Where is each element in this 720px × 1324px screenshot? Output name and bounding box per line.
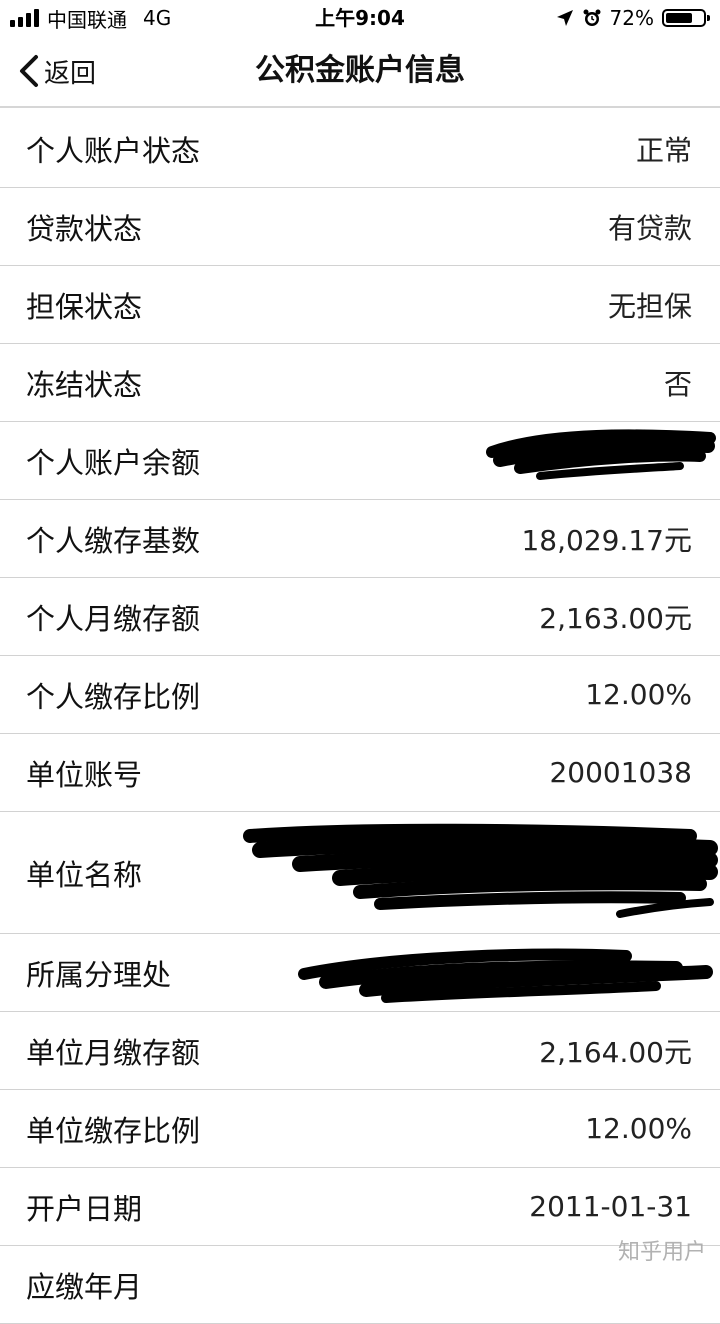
row-value: 20001038 xyxy=(549,756,692,789)
watermark: 知乎用户 xyxy=(617,1240,706,1265)
row-label: 冻结状态 xyxy=(26,367,143,402)
row-value: 无担保 xyxy=(607,289,692,323)
row-value: 12.00% xyxy=(585,678,692,711)
list-item: 冻结状态 否 xyxy=(0,344,720,422)
row-label: 个人账户余额 xyxy=(26,445,201,480)
page-title: 公积金账户信息 xyxy=(255,53,465,88)
row-value: 2,164.00元 xyxy=(539,1035,692,1069)
row-value: 18,029.17元 xyxy=(521,523,692,557)
list-item: 个人缴存比例 12.00% xyxy=(0,656,720,734)
list-item: 担保状态 无担保 xyxy=(0,266,720,344)
list-item: 个人账户状态 正常 xyxy=(0,110,720,188)
row-label: 单位名称 xyxy=(26,857,143,892)
row-label: 单位月缴存额 xyxy=(26,1035,201,1070)
row-label: 单位账号 xyxy=(26,757,143,792)
list-item: 单位缴存比例 12.00% xyxy=(0,1090,720,1168)
battery-percent: 72% xyxy=(609,6,654,30)
list-item: 单位账号 20001038 xyxy=(0,734,720,812)
list-item: 个人月缴存额 2,163.00元 xyxy=(0,578,720,656)
row-label: 应缴年月 xyxy=(26,1269,143,1304)
row-label: 个人月缴存额 xyxy=(26,601,201,636)
row-label: 个人缴存基数 xyxy=(26,523,201,558)
list-item: 所属分理处 xyxy=(0,934,720,1012)
row-value: 有贷款 xyxy=(607,211,692,245)
list-item: 应缴年月 xyxy=(0,1246,720,1324)
battery-icon xyxy=(662,9,710,27)
nav-bar: 返回 公积金账户信息 xyxy=(0,36,720,108)
row-label: 个人缴存比例 xyxy=(26,679,201,714)
row-label: 开户日期 xyxy=(26,1191,143,1226)
status-bar: 中国联通 4G 上午9:04 72% xyxy=(0,0,720,36)
list-item: 开户日期 2011-01-31 xyxy=(0,1168,720,1246)
row-value: 否 xyxy=(663,367,692,401)
list-item: 单位名称 xyxy=(0,812,720,934)
row-label: 贷款状态 xyxy=(26,211,143,246)
row-value: 2,163.00元 xyxy=(539,601,692,635)
list-item: 个人账户余额 xyxy=(0,422,720,500)
row-value: 12.00% xyxy=(585,1112,692,1145)
row-label: 所属分理处 xyxy=(26,957,172,992)
list-item: 单位月缴存额 2,164.00元 xyxy=(0,1012,720,1090)
row-label: 个人账户状态 xyxy=(26,133,201,168)
list-item: 贷款状态 有贷款 xyxy=(0,188,720,266)
location-arrow-icon xyxy=(556,10,573,26)
account-info-list: 个人账户状态 正常 贷款状态 有贷款 担保状态 无担保 冻结状态 否 个人账户余额 个人… xyxy=(0,110,720,1324)
list-item: 个人缴存基数 18,029.17元 xyxy=(0,500,720,578)
row-label: 担保状态 xyxy=(26,289,143,324)
alarm-icon xyxy=(583,9,601,26)
row-label: 单位缴存比例 xyxy=(26,1113,201,1148)
row-value: 正常 xyxy=(635,133,692,167)
